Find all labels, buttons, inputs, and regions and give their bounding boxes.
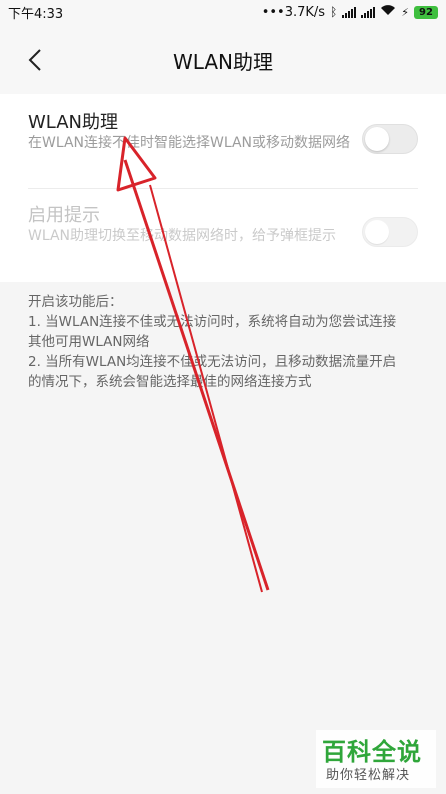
enable-prompt-toggle[interactable] [362, 217, 418, 247]
signal-icon [342, 6, 357, 18]
toggle-knob [365, 220, 389, 244]
status-bar: 下午4:33 •••3.7K/s ᛒ ⚡ 92 [0, 0, 446, 24]
page-title: WLAN助理 [172, 50, 274, 74]
toggle-knob [365, 127, 389, 151]
settings-card: WLAN助理 在WLAN连接不佳时智能选择WLAN或移动数据网络 启用提示 WL… [0, 94, 446, 282]
battery-icon: 92 [414, 5, 438, 19]
info-text: 开启该功能后： 1. 当WLAN连接不佳或无法访问时，系统将自动为您尝试连接 其… [28, 292, 428, 392]
setting-title: WLAN助理 [28, 112, 119, 133]
status-icons: •••3.7K/s ᛒ ⚡ 92 [262, 4, 438, 20]
setting-description: 在WLAN连接不佳时智能选择WLAN或移动数据网络 [28, 135, 351, 151]
watermark-logo: 百科全说 助你轻松解决 [316, 730, 436, 788]
setting-enable-prompt[interactable]: 启用提示 WLAN助理切换至移动数据网络时，给予弹框提示 [0, 189, 446, 282]
watermark-subtitle: 助你轻松解决 [326, 768, 411, 783]
network-speed: •••3.7K/s [261, 4, 326, 20]
watermark-title: 百科全说 [322, 738, 422, 766]
setting-title: 启用提示 [28, 205, 100, 226]
app-header: WLAN助理 [0, 24, 446, 94]
charging-icon: ⚡ [401, 5, 409, 19]
setting-wlan-assistant[interactable]: WLAN助理 在WLAN连接不佳时智能选择WLAN或移动数据网络 [0, 94, 446, 188]
info-heading: 开启该功能后： [28, 294, 123, 310]
setting-description: WLAN助理切换至移动数据网络时，给予弹框提示 [28, 228, 337, 244]
info-line: 的情况下，系统会智能选择最佳的网络连接方式 [28, 374, 312, 390]
status-time: 下午4:33 [8, 6, 64, 22]
bluetooth-icon: ᛒ [330, 5, 338, 19]
wlan-assistant-toggle[interactable] [362, 124, 418, 154]
info-line: 其他可用WLAN网络 [28, 334, 150, 350]
signal-icon [361, 6, 376, 18]
info-line: 1. 当WLAN连接不佳或无法访问时，系统将自动为您尝试连接 [28, 314, 397, 330]
info-line: 2. 当所有WLAN均连接不佳或无法访问，且移动数据流量开启 [28, 354, 397, 370]
wifi-icon [380, 4, 396, 20]
